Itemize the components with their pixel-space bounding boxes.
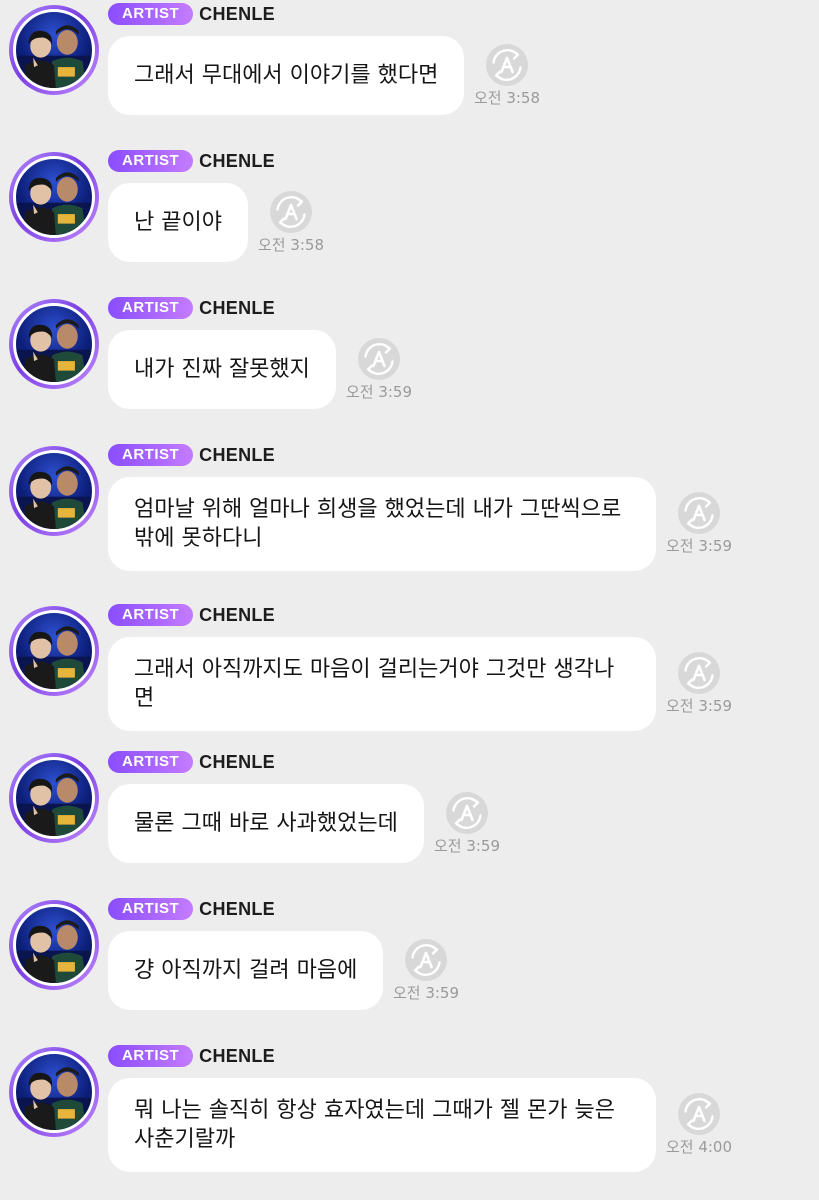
message-bubble[interactable]: 뭐 나는 솔직히 항상 효자였는데 그때가 젤 몬가 늦은 사춘기랄까	[108, 1078, 656, 1172]
avatar-photo	[13, 757, 95, 839]
avatar[interactable]	[9, 1047, 99, 1137]
translate-icon[interactable]	[357, 337, 401, 381]
chat-message: ARTIST CHENLE 물론 그때 바로 사과했었는데 오전 3:59	[0, 724, 819, 871]
avatar[interactable]	[9, 753, 99, 843]
message-bubble[interactable]: 그래서 아직까지도 마음이 걸리는거야 그것만 생각나면	[108, 637, 656, 731]
message-bubble[interactable]: 엄마날 위해 얼마나 희생을 했었는데 내가 그딴씩으로 밖에 못하다니	[108, 477, 656, 571]
artist-badge: ARTIST	[108, 751, 194, 773]
chat-message: ARTIST CHENLE 뭐 나는 솔직히 항상 효자였는데 그때가 젤 몬가…	[0, 1018, 819, 1172]
artist-badge: ARTIST	[108, 898, 194, 920]
message-timestamp: 오전 3:59	[345, 382, 413, 401]
sender-row: ARTIST CHENLE	[108, 1044, 275, 1068]
sender-name: CHENLE	[199, 898, 275, 919]
message-timestamp: 오전 4:00	[665, 1138, 733, 1156]
message-meta: 오전 3:59	[432, 791, 502, 856]
sender-name: CHENLE	[199, 604, 275, 625]
artist-badge: ARTIST	[108, 444, 194, 466]
avatar[interactable]	[9, 152, 99, 242]
sender-row: ARTIST CHENLE	[108, 2, 275, 26]
avatar-photo	[13, 904, 95, 986]
translate-icon[interactable]	[404, 938, 448, 982]
sender-name: CHENLE	[199, 3, 275, 24]
message-bubble[interactable]: 난 끝이야	[108, 183, 248, 262]
sender-row: ARTIST CHENLE	[108, 603, 275, 627]
artist-badge: ARTIST	[108, 1045, 194, 1067]
sender-row: ARTIST CHENLE	[108, 443, 275, 467]
translate-icon[interactable]	[677, 651, 721, 695]
message-meta: 오전 3:59	[664, 491, 734, 556]
message-timestamp: 오전 3:59	[665, 537, 733, 555]
message-bubble[interactable]: 내가 진짜 잘못했지	[108, 330, 336, 409]
avatar-photo	[13, 1051, 95, 1133]
message-bubble[interactable]: 물론 그때 바로 사과했었는데	[108, 784, 424, 863]
avatar[interactable]	[9, 900, 99, 990]
sender-name: CHENLE	[199, 1045, 275, 1066]
avatar-photo	[13, 156, 95, 238]
avatar-photo	[13, 450, 95, 532]
avatar[interactable]	[9, 446, 99, 536]
sender-row: ARTIST CHENLE	[108, 296, 275, 320]
avatar-photo	[13, 9, 95, 91]
message-timestamp: 오전 3:59	[433, 836, 501, 855]
message-meta: 오전 3:58	[472, 43, 542, 108]
chat-message: ARTIST CHENLE 걍 아직까지 걸려 마음에 오전 3:59	[0, 871, 819, 1018]
sender-row: ARTIST CHENLE	[108, 149, 275, 173]
avatar[interactable]	[9, 606, 99, 696]
sender-name: CHENLE	[199, 150, 275, 171]
message-bubble[interactable]: 그래서 무대에서 이야기를 했다면	[108, 36, 465, 115]
chat-message: ARTIST CHENLE 그래서 무대에서 이야기를 했다면 오전 3:58	[0, 0, 819, 123]
message-meta: 오전 3:58	[256, 190, 326, 255]
message-timestamp: 오전 3:59	[392, 983, 460, 1002]
avatar[interactable]	[9, 5, 99, 95]
chat-message: ARTIST CHENLE 엄마날 위해 얼마나 희생을 했었는데 내가 그딴씩…	[0, 417, 819, 577]
artist-badge: ARTIST	[108, 297, 194, 319]
message-timestamp: 오전 3:58	[473, 88, 541, 107]
artist-badge: ARTIST	[108, 3, 194, 25]
message-timestamp: 오전 3:58	[257, 235, 325, 254]
translate-icon[interactable]	[677, 1092, 721, 1136]
artist-badge: ARTIST	[108, 604, 194, 626]
sender-name: CHENLE	[199, 297, 275, 318]
translate-icon[interactable]	[485, 43, 529, 87]
sender-row: ARTIST CHENLE	[108, 750, 275, 774]
avatar[interactable]	[9, 299, 99, 389]
sender-name: CHENLE	[199, 751, 275, 772]
translate-icon[interactable]	[677, 491, 721, 535]
sender-name: CHENLE	[199, 444, 275, 465]
avatar-photo	[13, 303, 95, 385]
message-bubble[interactable]: 걍 아직까지 걸려 마음에	[108, 931, 384, 1010]
chat-feed: ARTIST CHENLE 그래서 무대에서 이야기를 했다면 오전 3:58 …	[0, 0, 819, 1172]
chat-message: ARTIST CHENLE 그래서 아직까지도 마음이 걸리는거야 그것만 생각…	[0, 577, 819, 731]
artist-badge: ARTIST	[108, 150, 194, 172]
sender-row: ARTIST CHENLE	[108, 897, 275, 921]
message-meta: 오전 3:59	[664, 651, 734, 716]
message-meta: 오전 3:59	[344, 337, 414, 402]
chat-message: ARTIST CHENLE 난 끝이야 오전 3:58	[0, 123, 819, 270]
avatar-photo	[13, 610, 95, 692]
translate-icon[interactable]	[445, 791, 489, 835]
translate-icon[interactable]	[269, 190, 313, 234]
message-timestamp: 오전 3:59	[665, 697, 733, 715]
chat-message: ARTIST CHENLE 내가 진짜 잘못했지 오전 3:59	[0, 270, 819, 417]
message-meta: 오전 4:00	[664, 1092, 734, 1157]
message-meta: 오전 3:59	[391, 938, 461, 1003]
